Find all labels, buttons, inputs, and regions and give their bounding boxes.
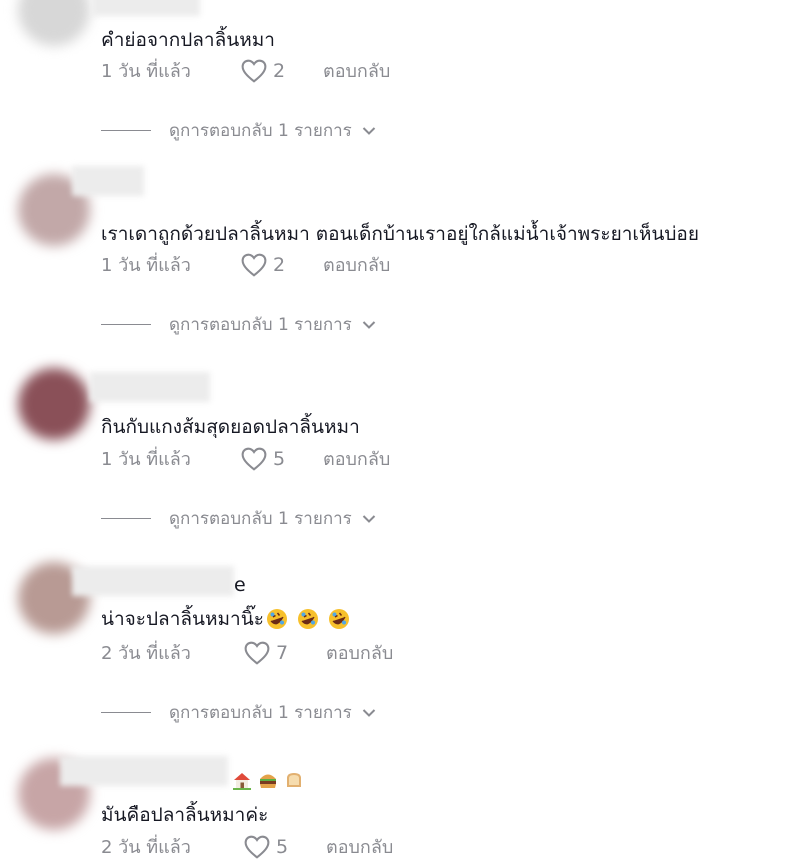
username-suffix[interactable]: e bbox=[234, 574, 246, 596]
like-button[interactable]: 2 bbox=[241, 59, 323, 83]
view-replies-button[interactable]: ดูการตอบกลับ 1 รายการ bbox=[101, 699, 376, 726]
reply-button[interactable]: ตอบกลับ bbox=[323, 444, 390, 473]
divider-line bbox=[101, 130, 151, 131]
view-replies-button[interactable]: ดูการตอบกลับ 1 รายการ bbox=[101, 311, 376, 338]
rolling-on-floor-laughing-icon bbox=[297, 609, 318, 629]
view-replies-button[interactable]: ดูการตอบกลับ 1 รายการ bbox=[101, 117, 376, 144]
reply-button[interactable]: ตอบกลับ bbox=[323, 56, 390, 85]
comment-item: เราเดาถูกด้วยปลาลิ้นหมา ตอนเด็กบ้านเราอย… bbox=[0, 166, 809, 360]
username-blurred[interactable] bbox=[72, 566, 234, 596]
bread-icon bbox=[287, 773, 301, 787]
comment-time: 1 วัน ที่แล้ว bbox=[101, 255, 191, 276]
view-replies-label: ดูการตอบกลับ 1 รายการ bbox=[169, 703, 352, 723]
chevron-down-icon bbox=[362, 708, 376, 717]
house-icon bbox=[233, 773, 251, 790]
hamburger-icon bbox=[260, 774, 276, 788]
comment-text: กินกับแกงส้มสุดยอดปลาลิ้นหมา bbox=[101, 416, 360, 438]
heart-outline-icon bbox=[244, 641, 270, 665]
comment-meta: 1 วัน ที่แล้ว 2 ตอบกลับ bbox=[101, 56, 390, 85]
like-count: 2 bbox=[273, 59, 286, 82]
comment-text: น่าจะปลาลิ้นหมานิ๊ะ bbox=[101, 604, 350, 634]
divider-line bbox=[101, 712, 151, 713]
like-count: 7 bbox=[276, 641, 289, 664]
view-replies-label: ดูการตอบกลับ 1 รายการ bbox=[169, 121, 352, 141]
heart-outline-icon bbox=[241, 253, 267, 277]
comment-time: 2 วัน ที่แล้ว bbox=[101, 643, 191, 664]
like-button[interactable]: 2 bbox=[241, 253, 323, 277]
comment-item: กินกับแกงส้มสุดยอดปลาลิ้นหมา 1 วัน ที่แล… bbox=[0, 360, 809, 554]
comment-item: e น่าจะปลาลิ้นหมานิ๊ะ 2 วัน ที่แล้ว 7 ตอ… bbox=[0, 554, 809, 748]
heart-outline-icon bbox=[241, 447, 267, 471]
chevron-down-icon bbox=[362, 320, 376, 329]
comment-meta: 2 วัน ที่แล้ว 7 ตอบกลับ bbox=[101, 638, 393, 667]
heart-outline-icon bbox=[241, 59, 267, 83]
username-emoji-group bbox=[232, 770, 304, 790]
comment-text: เราเดาถูกด้วยปลาลิ้นหมา ตอนเด็กบ้านเราอย… bbox=[101, 223, 699, 245]
comment-time: 1 วัน ที่แล้ว bbox=[101, 61, 191, 82]
username-blurred[interactable] bbox=[90, 372, 210, 402]
comment-item: คำย่อจากปลาลิ้นหมา 1 วัน ที่แล้ว 2 ตอบกล… bbox=[0, 0, 809, 166]
reply-button[interactable]: ตอบกลับ bbox=[326, 832, 393, 861]
like-count: 5 bbox=[273, 447, 286, 470]
comment-item: มันคือปลาลิ้นหมาค่ะ 2 วัน ที่แล้ว 5 ตอบก… bbox=[0, 748, 809, 859]
comment-text-body: น่าจะปลาลิ้นหมานิ๊ะ bbox=[101, 608, 264, 630]
chevron-down-icon bbox=[362, 514, 376, 523]
like-button[interactable]: 7 bbox=[244, 641, 326, 665]
username-blurred[interactable] bbox=[92, 0, 200, 16]
comment-time: 2 วัน ที่แล้ว bbox=[101, 837, 191, 858]
reply-button[interactable]: ตอบกลับ bbox=[323, 250, 390, 279]
divider-line bbox=[101, 518, 151, 519]
chevron-down-icon bbox=[362, 126, 376, 135]
view-replies-button[interactable]: ดูการตอบกลับ 1 รายการ bbox=[101, 505, 376, 532]
reply-button[interactable]: ตอบกลับ bbox=[326, 638, 393, 667]
avatar[interactable] bbox=[18, 0, 90, 46]
comment-text: คำย่อจากปลาลิ้นหมา bbox=[101, 29, 275, 51]
divider-line bbox=[101, 324, 151, 325]
avatar[interactable] bbox=[18, 368, 90, 440]
like-count: 2 bbox=[273, 253, 286, 276]
view-replies-label: ดูการตอบกลับ 1 รายการ bbox=[169, 509, 352, 529]
username-blurred[interactable] bbox=[60, 756, 228, 786]
comment-meta: 1 วัน ที่แล้ว 2 ตอบกลับ bbox=[101, 250, 390, 279]
like-button[interactable]: 5 bbox=[241, 447, 323, 471]
rolling-on-floor-laughing-icon bbox=[266, 609, 287, 629]
username-blurred[interactable] bbox=[72, 166, 144, 196]
rolling-on-floor-laughing-icon bbox=[328, 609, 349, 629]
comment-meta: 1 วัน ที่แล้ว 5 ตอบกลับ bbox=[101, 444, 390, 473]
like-count: 5 bbox=[276, 835, 289, 858]
comment-time: 1 วัน ที่แล้ว bbox=[101, 449, 191, 470]
comment-meta: 2 วัน ที่แล้ว 5 ตอบกลับ bbox=[101, 832, 393, 861]
view-replies-label: ดูการตอบกลับ 1 รายการ bbox=[169, 315, 352, 335]
comment-text: มันคือปลาลิ้นหมาค่ะ bbox=[101, 804, 269, 826]
